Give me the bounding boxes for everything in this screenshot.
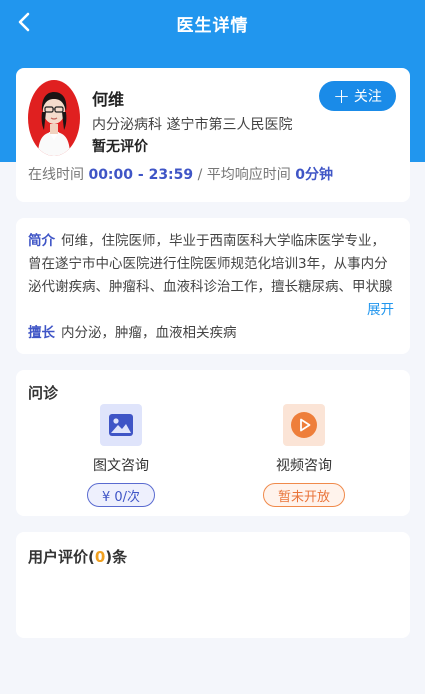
online-hours: 00:00 - 23:59	[88, 167, 194, 183]
plus-icon: +	[333, 84, 350, 108]
back-button[interactable]	[14, 10, 36, 34]
intro-body: 何维，住院医师，毕业于西南医科大学临床医学专业，曾在遂宁市中心医院进行住院医师规…	[28, 233, 393, 295]
intro-card: 简介 何维，住院医师，毕业于西南医科大学临床医学专业，曾在遂宁市中心医院进行住院医…	[16, 218, 410, 354]
hospital-name: 遂宁市第三人民医院	[166, 117, 293, 133]
skill-label: 擅长	[28, 325, 55, 341]
department-name: 内分泌病科	[92, 117, 162, 133]
reviews-title: 用户评价(0)条	[28, 546, 127, 567]
separator: /	[197, 167, 203, 183]
response-label: 平均响应时间	[206, 167, 291, 183]
video-consult-status: 暂未开放	[262, 483, 345, 507]
video-consult-label: 视频咨询	[276, 458, 332, 474]
skill-text: 内分泌，肿瘤，血液相关疾病	[61, 325, 237, 341]
page-title: 医生详情	[176, 15, 249, 36]
reviews-prefix: 用户评价(	[28, 548, 95, 566]
consult-title: 问诊	[28, 384, 59, 402]
expand-button[interactable]: 展开	[363, 299, 394, 322]
response-time: 0分钟	[295, 167, 333, 183]
doctor-card: 何维 + 关注 内分泌病科 遂宁市第三人民医院 暂无评价 在线时间 00:00 …	[16, 68, 410, 202]
video-consult-option[interactable]: 视频咨询 暂未开放	[234, 404, 374, 510]
skill-row: 擅长 内分泌，肿瘤，血液相关疾病	[28, 322, 237, 345]
chevron-left-icon	[18, 12, 30, 32]
image-icon	[100, 404, 142, 446]
online-info: 在线时间 00:00 - 23:59 / 平均响应时间 0分钟	[28, 164, 333, 184]
doctor-department: 内分泌病科 遂宁市第三人民医院	[92, 114, 292, 134]
reviews-count: 0	[94, 548, 106, 566]
text-consult-label: 图文咨询	[93, 458, 149, 474]
intro-text: 简介 何维，住院医师，毕业于西南医科大学临床医学专业，曾在遂宁市中心医院进行住院医…	[28, 230, 396, 302]
video-play-icon	[283, 404, 325, 446]
follow-button[interactable]: + 关注	[319, 81, 396, 111]
doctor-avatar	[28, 80, 80, 156]
consult-card: 问诊 图文咨询 ¥ 0/次 视频咨询 暂未开放	[16, 370, 410, 516]
online-label: 在线时间	[28, 167, 84, 183]
text-consult-price: ¥ 0/次	[86, 483, 156, 507]
reviews-card: 用户评价(0)条	[16, 532, 410, 638]
doctor-name: 何维	[92, 90, 125, 109]
intro-label: 简介	[28, 233, 55, 249]
doctor-rating: 暂无评价	[92, 139, 148, 155]
nav-bar: 医生详情	[0, 0, 425, 46]
follow-label: 关注	[353, 89, 382, 105]
text-consult-option[interactable]: 图文咨询 ¥ 0/次	[51, 404, 191, 510]
reviews-suffix: )条	[105, 548, 128, 566]
